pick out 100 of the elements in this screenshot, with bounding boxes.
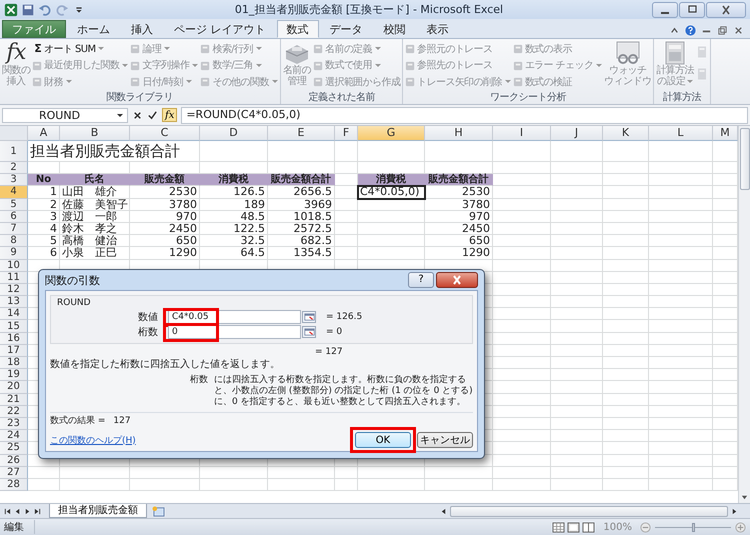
- table-cell[interactable]: [603, 381, 649, 394]
- table-cell[interactable]: [493, 141, 551, 162]
- table-cell[interactable]: [649, 141, 713, 162]
- argument-field[interactable]: C4*0.05: [168, 310, 301, 324]
- table-cell[interactable]: [603, 454, 649, 467]
- normal-view-icon[interactable]: [552, 522, 566, 532]
- table-cell[interactable]: [358, 478, 425, 492]
- table-cell[interactable]: [551, 141, 603, 162]
- table-cell[interactable]: [493, 406, 551, 418]
- table-cell[interactable]: [603, 174, 649, 186]
- table-cell[interactable]: [649, 235, 713, 248]
- column-header[interactable]: A: [28, 126, 60, 141]
- table-cell[interactable]: [551, 320, 603, 333]
- column-header[interactable]: I: [493, 126, 551, 141]
- table-cell[interactable]: [603, 418, 649, 430]
- table-cell[interactable]: [493, 478, 551, 492]
- table-cell[interactable]: [268, 141, 335, 162]
- table-cell[interactable]: [335, 210, 358, 223]
- table-cell[interactable]: [358, 141, 425, 162]
- table-cell[interactable]: [603, 198, 649, 211]
- row-header[interactable]: 23: [0, 418, 28, 430]
- table-cell[interactable]: [493, 454, 551, 467]
- row-header[interactable]: 16: [0, 332, 28, 345]
- row-header[interactable]: 28: [0, 478, 28, 492]
- excel-icon[interactable]: [4, 2, 18, 16]
- table-cell[interactable]: [551, 478, 603, 492]
- new-sheet-icon[interactable]: [151, 506, 166, 516]
- table-cell[interactable]: [649, 260, 713, 272]
- table-cell[interactable]: [335, 235, 358, 248]
- ribbon-tab[interactable]: 挿入: [121, 20, 163, 38]
- row-header[interactable]: 8: [0, 235, 28, 248]
- table-cell[interactable]: [551, 198, 603, 211]
- row-header[interactable]: 22: [0, 406, 28, 418]
- table-cell[interactable]: [649, 466, 713, 479]
- table-cell[interactable]: [551, 222, 603, 236]
- table-cell[interactable]: [603, 332, 649, 345]
- table-cell[interactable]: [649, 198, 713, 211]
- row-header[interactable]: 6: [0, 210, 28, 223]
- table-cell[interactable]: [493, 442, 551, 454]
- minimize-button[interactable]: [652, 2, 678, 18]
- table-cell[interactable]: [603, 308, 649, 320]
- ribbon-tab[interactable]: 表示: [416, 20, 458, 38]
- table-cell[interactable]: [649, 222, 713, 236]
- table-cell[interactable]: [649, 344, 713, 357]
- column-header[interactable]: L: [649, 126, 713, 141]
- row-header[interactable]: 26: [0, 454, 28, 467]
- ribbon-tab[interactable]: ページ レイアウト: [164, 20, 276, 38]
- previous-sheet-icon[interactable]: [14, 508, 21, 514]
- table-cell[interactable]: [551, 430, 603, 442]
- table-cell[interactable]: [130, 478, 200, 492]
- ribbon-tab[interactable]: 数式: [276, 20, 318, 38]
- table-cell[interactable]: [649, 174, 713, 186]
- row-header[interactable]: 3: [0, 174, 28, 186]
- column-header[interactable]: F: [335, 126, 358, 141]
- table-cell[interactable]: [551, 344, 603, 357]
- column-header[interactable]: E: [268, 126, 335, 141]
- table-cell[interactable]: [335, 222, 358, 236]
- column-header[interactable]: C: [130, 126, 200, 141]
- ribbon-tab[interactable]: 校閲: [374, 20, 416, 38]
- ribbon-tab[interactable]: データ: [320, 20, 372, 38]
- table-cell[interactable]: [603, 406, 649, 418]
- table-cell[interactable]: [493, 394, 551, 406]
- table-cell[interactable]: [268, 478, 335, 492]
- table-cell[interactable]: [200, 466, 268, 479]
- row-header[interactable]: 15: [0, 320, 28, 333]
- table-cell[interactable]: [603, 186, 649, 199]
- column-header[interactable]: D: [200, 126, 268, 141]
- row-header[interactable]: 2: [0, 162, 28, 174]
- table-cell[interactable]: [60, 466, 130, 479]
- column-header[interactable]: M: [713, 126, 738, 141]
- table-cell[interactable]: [551, 381, 603, 394]
- row-header[interactable]: 1: [0, 141, 28, 162]
- table-cell[interactable]: [493, 198, 551, 211]
- table-cell[interactable]: [425, 141, 493, 162]
- restore-button[interactable]: [679, 2, 705, 18]
- ribbon-tab[interactable]: ホーム: [67, 20, 120, 38]
- table-cell[interactable]: [493, 210, 551, 223]
- table-cell[interactable]: [28, 478, 60, 492]
- collapse-dialog-button[interactable]: [302, 326, 316, 338]
- table-cell[interactable]: [493, 381, 551, 394]
- table-cell[interactable]: [493, 174, 551, 186]
- table-cell[interactable]: [493, 369, 551, 382]
- table-cell[interactable]: [425, 466, 493, 479]
- table-cell[interactable]: [493, 162, 551, 174]
- table-cell[interactable]: [551, 235, 603, 248]
- table-cell[interactable]: [358, 222, 425, 236]
- table-cell[interactable]: [268, 466, 335, 479]
- column-header[interactable]: J: [551, 126, 603, 141]
- table-cell[interactable]: [603, 320, 649, 333]
- row-header[interactable]: 14: [0, 308, 28, 320]
- row-header[interactable]: 7: [0, 222, 28, 236]
- restore-icon[interactable]: [717, 25, 728, 36]
- ribbon-button[interactable]: Σ オート SUM: [31, 41, 130, 56]
- first-sheet-icon[interactable]: [4, 508, 11, 514]
- help-button[interactable]: ?: [408, 272, 434, 288]
- ribbon-tab[interactable]: ファイル: [2, 20, 66, 38]
- table-cell[interactable]: [649, 406, 713, 418]
- row-header[interactable]: 20: [0, 381, 28, 394]
- table-cell[interactable]: [649, 369, 713, 382]
- table-cell[interactable]: [358, 198, 425, 211]
